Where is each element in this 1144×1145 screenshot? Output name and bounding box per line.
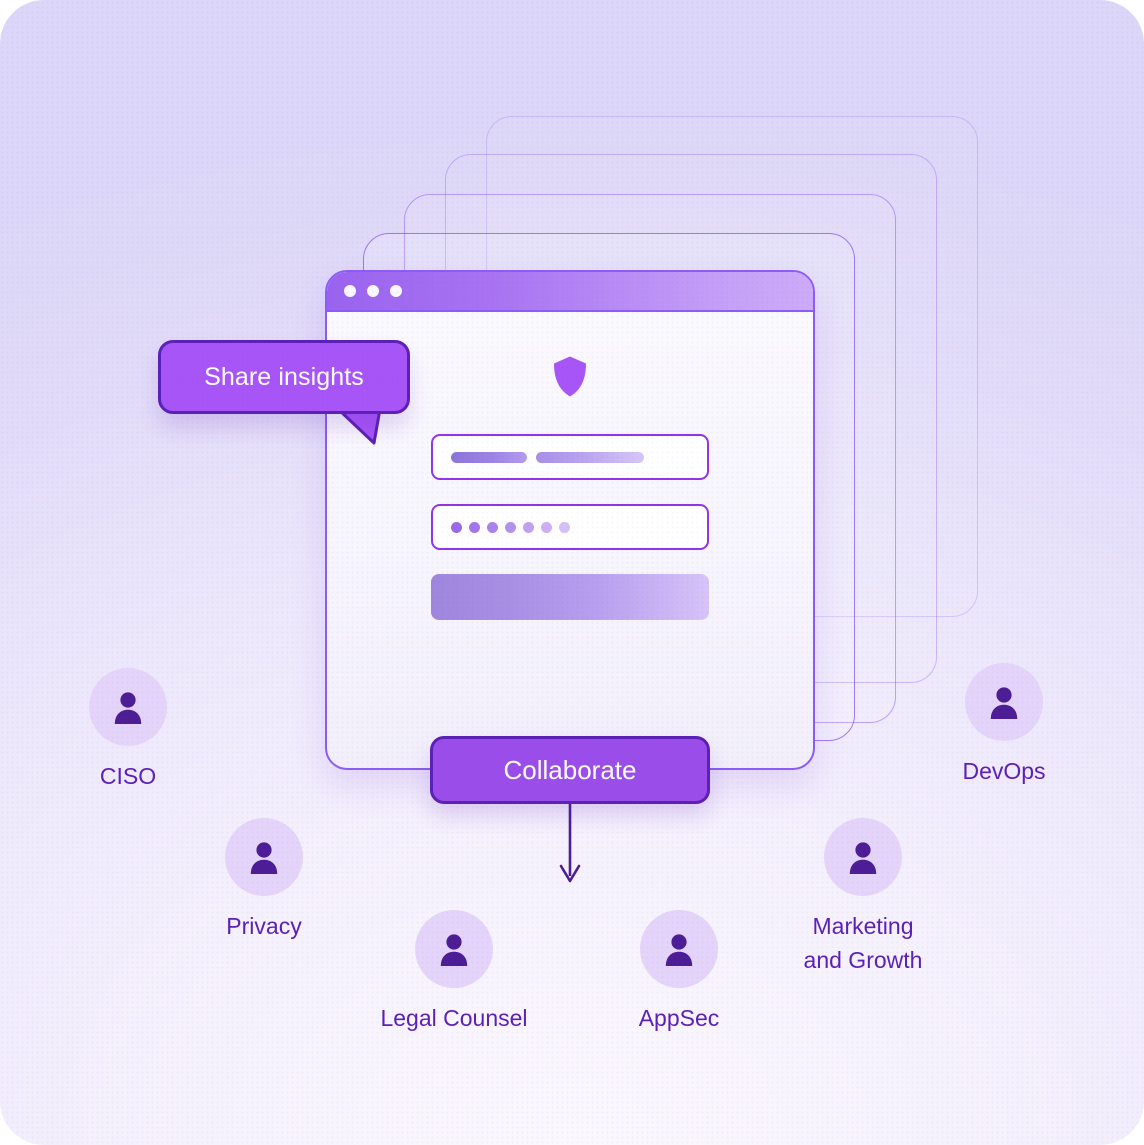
username-field[interactable] bbox=[431, 434, 709, 480]
arrow-down-icon bbox=[559, 802, 581, 883]
username-placeholder-pill-2 bbox=[536, 451, 644, 463]
avatar bbox=[89, 668, 167, 746]
username-placeholder-pill-1 bbox=[451, 451, 527, 463]
password-field[interactable] bbox=[431, 504, 709, 550]
persona-label: CISO bbox=[99, 763, 157, 789]
person-icon bbox=[990, 687, 1018, 719]
close-dot-icon[interactable] bbox=[344, 285, 356, 297]
persona-privacy[interactable]: Privacy bbox=[179, 818, 349, 943]
share-insights-bubble[interactable]: Share insights bbox=[158, 340, 410, 414]
collaborate-button[interactable]: Collaborate bbox=[430, 736, 710, 804]
persona-appsec[interactable]: AppSec bbox=[594, 910, 764, 1035]
persona-ciso[interactable]: CISO bbox=[43, 668, 213, 793]
illustration-canvas: Share insights Collaborate CISO Privacy Le… bbox=[0, 0, 1144, 1145]
person-icon bbox=[849, 842, 877, 874]
avatar bbox=[415, 910, 493, 988]
persona-legal-counsel[interactable]: Legal Counsel bbox=[369, 910, 539, 1035]
persona-label: Legal Counsel bbox=[380, 1005, 528, 1031]
avatar bbox=[965, 663, 1043, 741]
shield-icon bbox=[554, 356, 586, 397]
persona-label: AppSec bbox=[638, 1005, 720, 1031]
avatar bbox=[824, 818, 902, 896]
speech-bubble-tail-icon bbox=[336, 409, 382, 445]
password-dots-icon bbox=[451, 521, 570, 533]
avatar bbox=[225, 818, 303, 896]
maximize-dot-icon[interactable] bbox=[390, 285, 402, 297]
person-icon bbox=[250, 842, 278, 874]
person-icon bbox=[440, 934, 468, 966]
person-icon bbox=[114, 692, 142, 724]
person-icon bbox=[665, 934, 693, 966]
avatar bbox=[640, 910, 718, 988]
minimize-dot-icon[interactable] bbox=[367, 285, 379, 297]
window-title-bar bbox=[327, 272, 813, 312]
share-insights-label: Share insights bbox=[204, 362, 364, 391]
persona-marketing-and-growth[interactable]: Marketing and Growth bbox=[778, 818, 948, 977]
submit-button[interactable] bbox=[431, 574, 709, 620]
persona-label: Marketing and Growth bbox=[803, 913, 923, 974]
collaborate-button-label: Collaborate bbox=[503, 754, 637, 785]
persona-label: DevOps bbox=[962, 758, 1046, 784]
persona-devops[interactable]: DevOps bbox=[919, 663, 1089, 788]
persona-label: Privacy bbox=[226, 913, 302, 939]
